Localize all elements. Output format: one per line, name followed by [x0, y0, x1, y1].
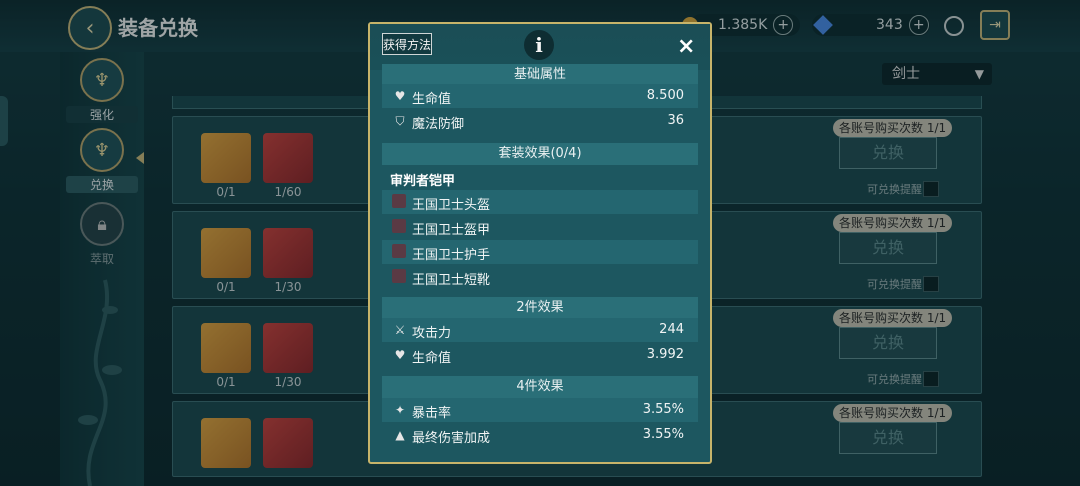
get-method-button[interactable]: 获得方法: [382, 33, 432, 55]
stat-value: 36: [667, 113, 684, 128]
crit-icon: ✦: [394, 403, 406, 417]
basic-stats-header: 基础属性: [382, 64, 698, 86]
stat-label: 生命值: [412, 92, 452, 107]
two-piece-header: 2件效果: [382, 297, 698, 319]
stat-row: ♥ 生命值 8.500: [382, 84, 698, 108]
set-part-label: 王国卫士短靴: [412, 273, 491, 288]
stat-value: 8.500: [646, 88, 684, 103]
info-icon[interactable]: i: [524, 30, 554, 60]
stat-value: 3.55%: [642, 402, 684, 417]
set-part-label: 王国卫士盔甲: [412, 223, 491, 238]
damage-up-icon: ▲: [395, 428, 405, 442]
stat-value: 3.992: [646, 347, 684, 362]
stat-label: 生命值: [412, 351, 452, 366]
stat-row: ✦ 暴击率 3.55%: [382, 398, 698, 422]
set-part-row: 王国卫士头盔: [382, 190, 698, 214]
set-effect-header: 套装效果(0/4): [382, 143, 698, 165]
set-name: 审判者铠甲: [390, 174, 456, 189]
set-part-row: 王国卫士盔甲: [382, 215, 698, 239]
set-part-label: 王国卫士头盔: [412, 198, 491, 213]
gauntlet-icon: [392, 244, 406, 258]
stat-row: ▲ 最终伤害加成 3.55%: [382, 423, 698, 447]
stat-label: 最终伤害加成: [412, 431, 491, 446]
swords-icon: ⚔: [394, 323, 406, 337]
boots-icon: [392, 269, 406, 283]
close-icon[interactable]: ×: [677, 34, 695, 59]
set-part-label: 王国卫士护手: [412, 248, 491, 263]
heart-icon: ♥: [394, 89, 406, 103]
stat-value: 244: [659, 322, 684, 337]
stat-row: ♥ 生命值 3.992: [382, 343, 698, 367]
set-part-row: 王国卫士护手: [382, 240, 698, 264]
armor-icon: [392, 219, 406, 233]
heart-icon: ♥: [394, 348, 406, 362]
stat-label: 攻击力: [412, 326, 452, 341]
stat-label: 暴击率: [412, 406, 452, 421]
shield-icon: ⛉: [395, 114, 405, 128]
set-part-row: 王国卫士短靴: [382, 265, 698, 289]
stat-row: ⛉ 魔法防御 36: [382, 109, 698, 133]
helmet-icon: [392, 194, 406, 208]
stat-label: 魔法防御: [412, 117, 465, 132]
four-piece-header: 4件效果: [382, 376, 698, 398]
stat-value: 3.55%: [642, 427, 684, 442]
stat-row: ⚔ 攻击力 244: [382, 318, 698, 342]
